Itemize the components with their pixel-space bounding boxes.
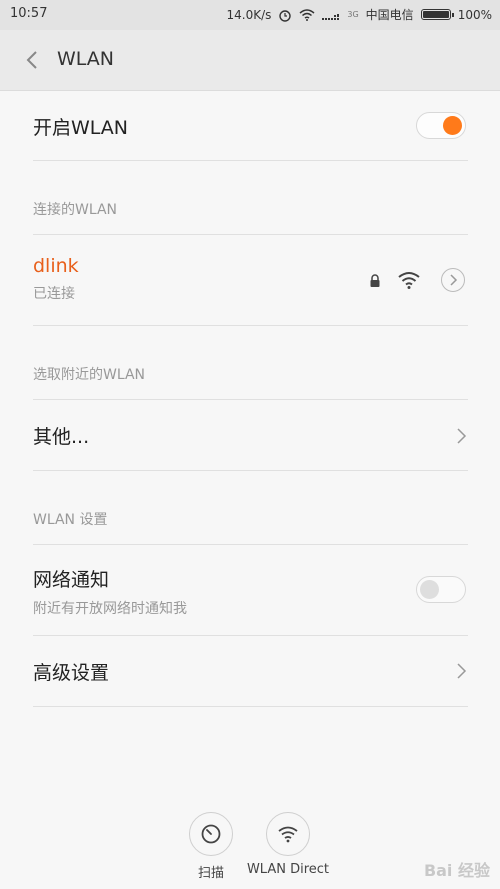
lock-icon	[370, 274, 380, 287]
network-notify-switch[interactable]	[416, 576, 466, 603]
status-bar: 10:57 14.0K/s 3G 中国电信 100%	[0, 0, 500, 30]
advanced-settings-label: 高级设置	[33, 662, 110, 684]
network-type: 3G	[347, 10, 359, 19]
page-title: WLAN	[57, 48, 115, 70]
wifi-status-icon	[299, 8, 315, 21]
wifi-strength-icon	[398, 272, 420, 289]
other-network-label: 其他...	[33, 426, 90, 448]
settings-section-label: WLAN 设置	[33, 512, 108, 528]
nearby-section-label-row: 选取附近的WLAN	[33, 364, 468, 384]
other-network-row[interactable]: 其他...	[33, 422, 468, 450]
network-notify-subtitle: 附近有开放网络时通知我	[33, 601, 187, 617]
network-details-button[interactable]	[441, 268, 465, 292]
chevron-right-icon	[457, 428, 467, 444]
divider	[33, 635, 468, 636]
network-notify-title: 网络通知	[33, 569, 110, 591]
scan-button[interactable]	[189, 812, 233, 856]
battery-icon	[420, 9, 454, 20]
chevron-right-icon	[457, 663, 467, 679]
wifi-direct-icon	[278, 826, 298, 843]
scan-label: 扫描	[197, 866, 224, 881]
battery-percent: 100%	[457, 7, 492, 22]
back-arrow-icon[interactable]	[20, 47, 46, 73]
divider	[33, 160, 468, 161]
nearby-section-label: 选取附近的WLAN	[33, 367, 146, 383]
toggle-knob	[443, 116, 462, 135]
divider	[33, 399, 468, 400]
divider	[33, 544, 468, 545]
header-bar: WLAN	[0, 30, 500, 91]
connected-section-label-row: 连接的WLAN	[33, 199, 468, 219]
divider	[33, 470, 468, 471]
divider	[33, 234, 468, 235]
scan-icon	[201, 824, 221, 844]
network-notify-row[interactable]: 网络通知 附近有开放网络时通知我	[33, 565, 468, 620]
carrier-name: 中国电信	[365, 8, 414, 22]
wlan-toggle-label: 开启WLAN	[33, 117, 129, 139]
divider	[33, 706, 468, 707]
alarm-icon	[279, 9, 292, 22]
wlan-toggle-switch[interactable]	[416, 112, 466, 139]
wlan-toggle-row[interactable]: 开启WLAN	[33, 113, 468, 141]
wlan-direct-label: WLAN Direct	[246, 862, 330, 877]
status-time: 10:57	[10, 6, 48, 21]
divider	[33, 325, 468, 326]
connected-section-label: 连接的WLAN	[33, 202, 118, 218]
watermark-logo: Bai 经验	[423, 861, 490, 880]
signal-icon	[322, 13, 340, 20]
wlan-direct-button[interactable]	[266, 812, 310, 856]
settings-section-label-row: WLAN 设置	[33, 509, 468, 529]
network-speed: 14.0K/s	[226, 7, 272, 22]
toggle-knob	[420, 580, 439, 599]
advanced-settings-row[interactable]: 高级设置	[33, 658, 468, 686]
chevron-right-icon	[450, 274, 458, 286]
